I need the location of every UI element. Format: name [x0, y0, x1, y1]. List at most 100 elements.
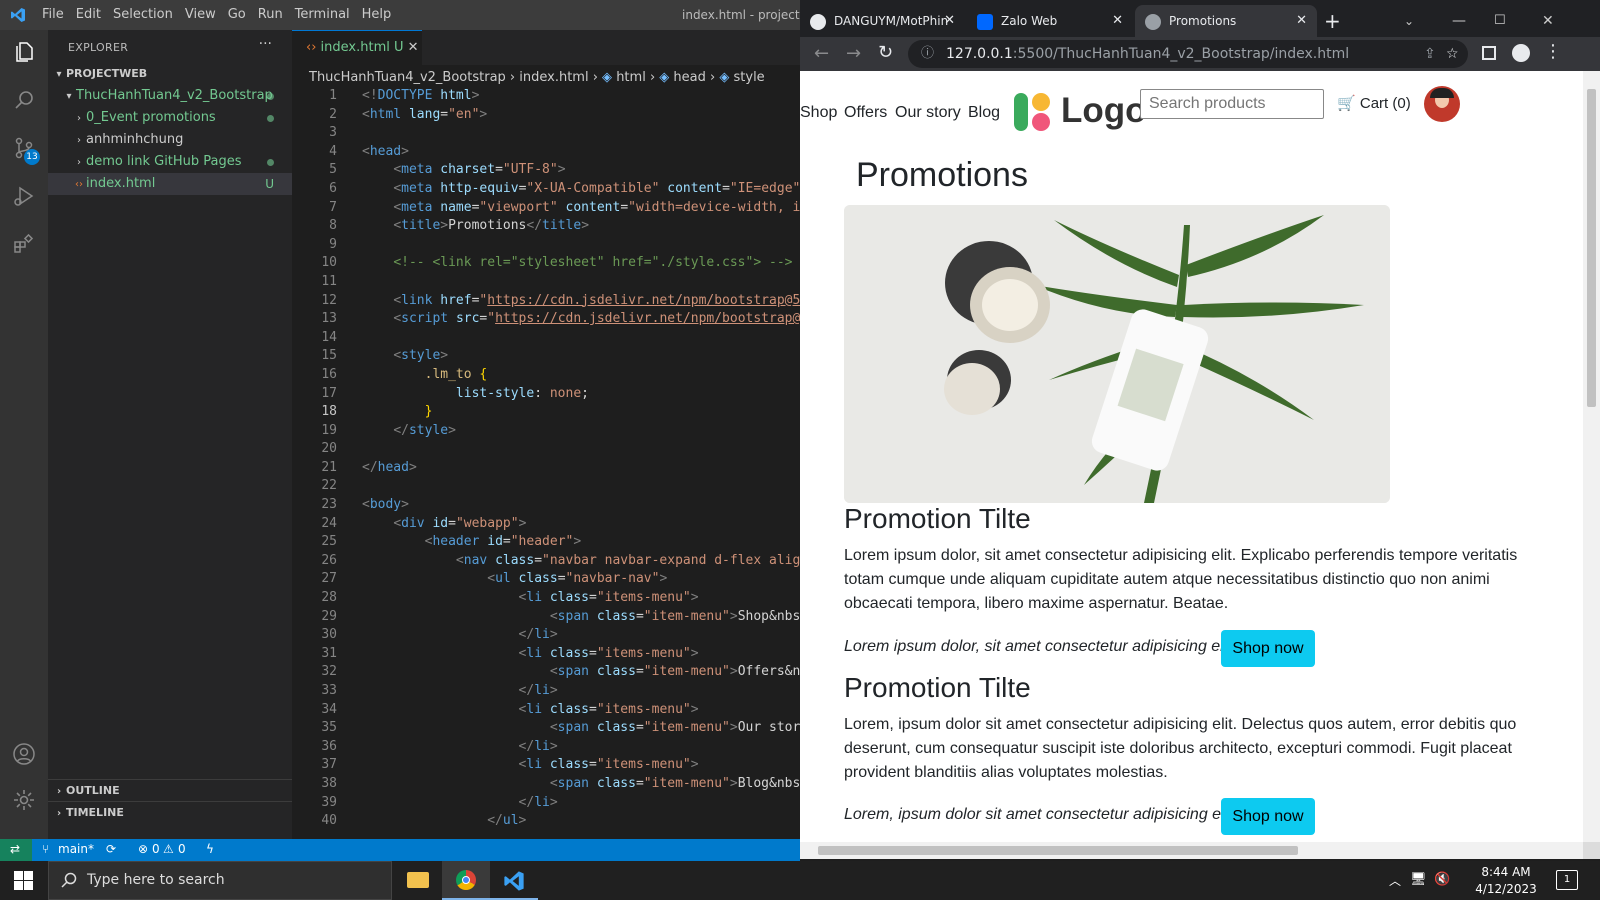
- breadcrumb-head[interactable]: head: [673, 70, 705, 85]
- bookmark-star-icon[interactable]: ☆: [1446, 40, 1459, 68]
- git-branch[interactable]: main*: [58, 842, 94, 856]
- tree-folder-images[interactable]: › anhminhchung: [48, 129, 292, 151]
- breadcrumb-file[interactable]: index.html: [519, 70, 588, 85]
- browser-tab-zalo[interactable]: Zalo Web ✕: [967, 5, 1133, 37]
- volume-muted-icon[interactable]: 🔇: [1434, 872, 1450, 887]
- branch-icon[interactable]: ⑂: [42, 842, 49, 856]
- code-text[interactable]: <!DOCTYPE html> <html lang="en"> <head> …: [362, 87, 800, 839]
- symbol-icon: ◈: [659, 70, 670, 85]
- chrome-menu-icon[interactable]: ⋮: [1544, 41, 1562, 62]
- nav-blog[interactable]: Blog: [968, 104, 1000, 122]
- git-status-dot: [267, 115, 274, 122]
- menu-selection[interactable]: Selection: [113, 7, 173, 22]
- tree-folder-event[interactable]: › 0_Event promotions: [48, 107, 292, 129]
- search-icon[interactable]: [12, 88, 36, 112]
- horizontal-scrollbar[interactable]: [800, 842, 1583, 859]
- menu-go[interactable]: Go: [228, 7, 246, 22]
- vscode-app-icon[interactable]: [490, 861, 538, 900]
- cart-link[interactable]: 🛒 Cart (0): [1337, 94, 1411, 112]
- browser-tab-promotions[interactable]: Promotions ✕: [1135, 5, 1317, 37]
- menu-file[interactable]: File: [42, 7, 64, 22]
- cart-icon: 🛒: [1337, 95, 1356, 112]
- menu-view[interactable]: View: [185, 7, 216, 22]
- page-title: Promotions: [856, 156, 1028, 194]
- more-actions-icon[interactable]: ···: [259, 36, 272, 52]
- warning-icon[interactable]: ⚠: [163, 842, 174, 856]
- breadcrumb-style[interactable]: style: [734, 70, 765, 85]
- browser-tab-github[interactable]: DANGUYM/MotPhin ✕: [800, 5, 965, 37]
- sync-icon[interactable]: ⟳: [106, 842, 116, 856]
- tree-file-index[interactable]: ‹› index.html U: [48, 173, 292, 195]
- tab-search-icon[interactable]: ⌄: [1404, 5, 1424, 37]
- tab-index-html[interactable]: ‹› index.html U ✕: [292, 30, 422, 65]
- line-number: 2: [329, 106, 337, 122]
- vertical-scrollbar[interactable]: [1583, 71, 1600, 842]
- close-tab-icon[interactable]: ✕: [1112, 5, 1123, 37]
- avatar[interactable]: [1424, 86, 1460, 122]
- run-debug-icon[interactable]: [12, 184, 36, 208]
- network-icon[interactable]: 🖥: [1410, 872, 1427, 887]
- profile-icon[interactable]: [1512, 44, 1530, 62]
- close-tab-icon[interactable]: ✕: [944, 5, 955, 37]
- shop-now-button[interactable]: Shop now: [1221, 630, 1315, 667]
- nav-offers[interactable]: Offers: [844, 104, 887, 122]
- settings-gear-icon[interactable]: [12, 788, 36, 812]
- back-icon[interactable]: ←: [814, 43, 829, 64]
- explorer-icon[interactable]: [12, 40, 36, 64]
- show-hidden-icons[interactable]: ︿: [1389, 872, 1401, 889]
- promotion-tagline: Lorem, ipsum dolor sit amet consectetur …: [844, 806, 1238, 823]
- editor-tab-bar: ‹› index.html U ✕: [292, 30, 800, 65]
- timeline-section[interactable]: › TIMELINE: [48, 801, 292, 823]
- browser-tab-strip: DANGUYM/MotPhin ✕ Zalo Web ✕ Promotions …: [800, 0, 1600, 37]
- nav-our-story[interactable]: Our story: [895, 104, 961, 122]
- live-server-icon[interactable]: ϟ: [206, 842, 214, 856]
- warning-count[interactable]: 0: [178, 842, 186, 856]
- menu-run[interactable]: Run: [258, 7, 283, 22]
- tree-folder-demo[interactable]: › demo link GitHub Pages: [48, 151, 292, 173]
- close-tab-icon[interactable]: ✕: [1296, 5, 1307, 37]
- notification-center-icon[interactable]: 1: [1556, 870, 1578, 890]
- account-icon[interactable]: [12, 742, 36, 766]
- project-root[interactable]: ▾ PROJECTWEB: [48, 63, 292, 85]
- breadcrumb-html[interactable]: html: [616, 70, 646, 85]
- nav-shop[interactable]: Shop: [800, 104, 837, 122]
- breadcrumb-folder[interactable]: ThucHanhTuan4_v2_Bootstrap: [309, 70, 506, 85]
- extensions-icon[interactable]: [12, 232, 36, 256]
- menu-terminal[interactable]: Terminal: [295, 7, 350, 22]
- remote-indicator-icon[interactable]: ⇄: [0, 839, 32, 861]
- code-editor[interactable]: ‹› index.html U ✕ ThucHanhTuan4_v2_Boots…: [292, 30, 800, 839]
- error-count[interactable]: 0: [152, 842, 160, 856]
- error-icon[interactable]: ⊗: [138, 842, 148, 856]
- side-panel-icon[interactable]: [1482, 46, 1496, 60]
- minimize-icon[interactable]: —: [1452, 5, 1472, 37]
- new-tab-button[interactable]: +: [1324, 5, 1348, 37]
- tree-folder-project[interactable]: ▾ ThucHanhTuan4_v2_Bootstrap: [48, 85, 292, 107]
- taskbar-search[interactable]: Type here to search: [48, 861, 392, 900]
- forward-icon[interactable]: →: [846, 43, 861, 64]
- maximize-icon[interactable]: ☐: [1494, 5, 1514, 37]
- close-icon[interactable]: ✕: [408, 40, 419, 55]
- chrome-app-icon[interactable]: [442, 861, 490, 900]
- address-bar[interactable]: ⓘ 127.0.0.1:5500/ThucHanhTuan4_v2_Bootst…: [908, 40, 1468, 68]
- shop-now-button[interactable]: Shop now: [1221, 798, 1315, 835]
- logo-mark-icon[interactable]: [1012, 91, 1056, 133]
- line-number: 23: [321, 497, 337, 513]
- windows-start-icon[interactable]: [14, 871, 33, 890]
- menu-edit[interactable]: Edit: [76, 7, 101, 22]
- outline-section[interactable]: › OUTLINE: [48, 779, 292, 801]
- git-status-badge: U: [265, 177, 274, 191]
- search-products-input[interactable]: [1140, 89, 1324, 119]
- scroll-thumb[interactable]: [818, 846, 1298, 855]
- source-control-icon[interactable]: 13: [12, 136, 40, 165]
- file-explorer-icon[interactable]: [394, 861, 442, 900]
- scroll-thumb[interactable]: [1587, 89, 1596, 407]
- window-close-icon[interactable]: ✕: [1542, 5, 1562, 37]
- reload-icon[interactable]: ↻: [878, 42, 893, 63]
- system-clock[interactable]: 8:44 AM 4/12/2023: [1466, 864, 1546, 898]
- share-icon[interactable]: ⇪: [1424, 40, 1436, 68]
- menu-help[interactable]: Help: [362, 7, 392, 22]
- line-number: 25: [321, 534, 337, 550]
- line-number: 32: [321, 664, 337, 680]
- logo-text[interactable]: Logo: [1061, 91, 1147, 131]
- site-info-icon[interactable]: ⓘ: [921, 40, 934, 68]
